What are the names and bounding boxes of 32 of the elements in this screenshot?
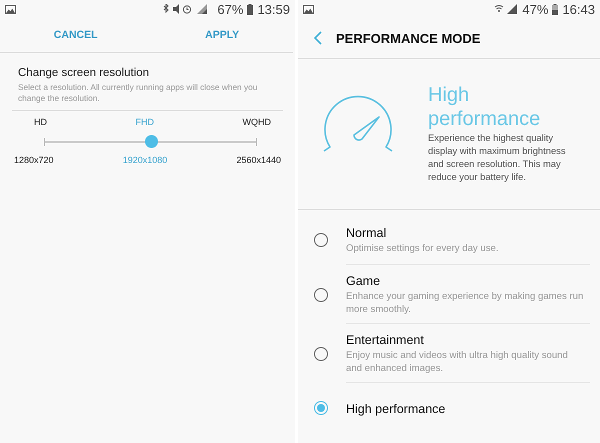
mode-description: Enhance your gaming experience by making games run more smoothly.	[346, 290, 584, 316]
mode-description: Experience the highest quality display with maximum brightness and screen resolution. This may reduce your battery life.	[428, 131, 567, 183]
image-icon	[5, 4, 16, 14]
resolution-label[interactable]: HD	[34, 117, 47, 127]
radio-button[interactable]	[314, 401, 328, 415]
mode-name[interactable]: Game	[346, 274, 584, 288]
battery-icon	[552, 4, 558, 14]
resolution-label[interactable]: WQHD	[242, 117, 271, 127]
back-icon[interactable]	[314, 31, 322, 45]
resolution-size: 1280x720	[14, 155, 54, 165]
radio-button[interactable]	[314, 346, 328, 360]
clock: 13:59	[257, 2, 290, 16]
section-description: Select a resolution. All currently running apps will close when you change the resolution.	[17, 82, 258, 104]
slider-thumb[interactable]	[144, 135, 158, 148]
clock: 16:43	[562, 2, 595, 16]
battery-percent: 67%	[217, 2, 244, 16]
image-icon	[303, 4, 314, 14]
radio-button[interactable]	[314, 288, 328, 302]
mode-description: Optimise settings for every day use.	[346, 242, 500, 254]
mode-name[interactable]: Normal	[346, 226, 584, 240]
mode-name[interactable]: High performance	[346, 402, 584, 416]
battery-percent: 47%	[522, 2, 548, 16]
mode-title: High performance	[428, 83, 542, 131]
resolution-size: 2560x1440	[236, 155, 281, 165]
resolution-size: 1920x1080	[122, 155, 168, 165]
section-title: Change screen resolution	[17, 67, 150, 79]
signal-icons	[494, 4, 518, 14]
radio-button[interactable]	[314, 232, 328, 246]
battery-icon	[247, 4, 254, 14]
page-title: PERFORMANCE MODE	[336, 30, 480, 46]
mode-name[interactable]: Entertainment	[346, 333, 584, 347]
mode-description: Enjoy music and videos with ultra high quality sound and enhanced images.	[346, 349, 569, 375]
